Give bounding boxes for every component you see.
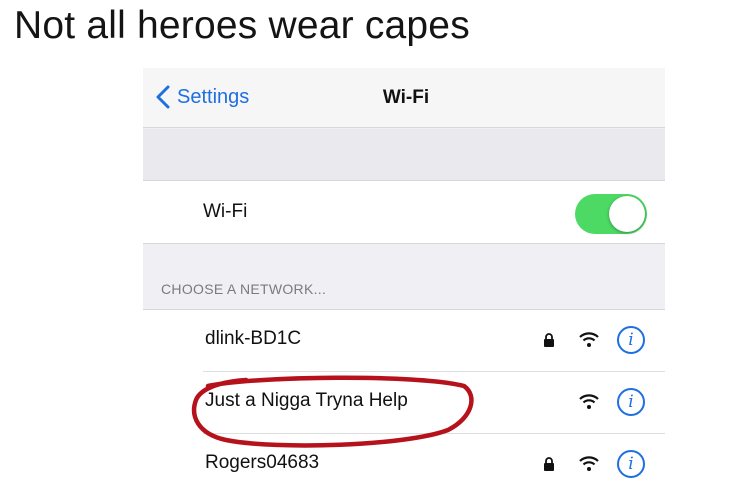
section-header: CHOOSE A NETWORK... [161,281,327,297]
wifi-signal-icon [579,456,599,471]
network-row[interactable]: Just a Nigga Tryna Help i [143,372,665,434]
info-icon[interactable]: i [617,450,645,478]
wifi-signal-icon [579,394,599,409]
toggle-knob [609,196,645,232]
info-icon[interactable]: i [617,388,645,416]
network-name: Rogers04683 [205,452,320,473]
network-name: dlink-BD1C [205,328,302,349]
info-icon[interactable]: i [617,326,645,354]
network-row[interactable]: Rogers04683 i [143,434,665,492]
lock-icon [544,457,554,471]
network-name: Just a Nigga Tryna Help [205,390,408,411]
wifi-toggle-row: Wi-Fi [143,180,665,244]
spacer-band [143,129,665,180]
navigation-bar: Settings Wi-Fi [143,68,665,128]
page-title: Wi-Fi [382,87,430,108]
meme-caption: Not all heroes wear capes [14,4,470,47]
network-list: dlink-BD1C i Just a Nigga Tryna Help i R… [143,309,665,492]
wifi-settings-screen: Settings Wi-Fi Wi-Fi CHOOSE A NETWORK...… [143,68,665,492]
lock-icon [544,333,554,347]
wifi-signal-icon [579,332,599,347]
network-row[interactable]: dlink-BD1C i [143,310,665,372]
wifi-toggle-switch[interactable] [575,194,647,234]
wifi-toggle-label: Wi-Fi [203,201,248,222]
